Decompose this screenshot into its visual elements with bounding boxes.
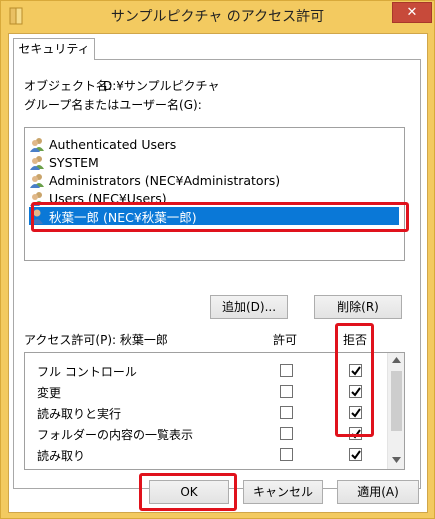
object-name-value: D:¥サンプルピクチャ <box>103 79 220 93</box>
user-icon <box>31 209 43 224</box>
perm-row-full-control: フル コントロール <box>25 360 387 381</box>
checkmark-icon <box>351 429 361 439</box>
permission-name: フル コントロール <box>37 365 137 379</box>
users-group-icon <box>30 138 44 152</box>
permission-name: 読み取りと実行 <box>37 407 122 421</box>
group-name: SYSTEM <box>49 154 99 170</box>
list-item-selected-user[interactable]: 秋葉一郎 (NEC¥秋葉一郎) <box>29 207 399 225</box>
perm-row-list-folder: フォルダーの内容の一覧表示 <box>25 423 387 444</box>
close-button[interactable]: ✕ <box>392 2 432 23</box>
groups-listbox[interactable]: Authenticated Users SYSTEM Administrator… <box>24 127 405 261</box>
list-item-authenticated-users[interactable]: Authenticated Users <box>29 135 399 153</box>
perm-row-read: 読み取り <box>25 444 387 465</box>
checkmark-icon <box>351 450 361 460</box>
permissions-scrollbar[interactable] <box>387 353 404 469</box>
scroll-up-icon[interactable] <box>392 357 401 363</box>
list-item-administrators[interactable]: Administrators (NEC¥Administrators) <box>29 171 399 189</box>
deny-checkbox[interactable] <box>349 427 362 440</box>
scroll-down-icon[interactable] <box>392 457 401 463</box>
users-group-icon <box>30 156 44 170</box>
deny-checkbox[interactable] <box>349 406 362 419</box>
group-name: 秋葉一郎 (NEC¥秋葉一郎) <box>49 209 197 225</box>
deny-checkbox[interactable] <box>349 364 362 377</box>
allow-checkbox[interactable] <box>280 364 293 377</box>
security-tab-panel: オブジェクト名: D:¥サンプルピクチャ グループ名またはユーザー名(G): A… <box>13 59 421 489</box>
permissions-label: アクセス許可(P): 秋葉一郎 <box>24 333 168 347</box>
users-group-icon <box>30 192 44 206</box>
list-item-users[interactable]: Users (NEC¥Users) <box>29 189 399 207</box>
object-name-label: オブジェクト名: <box>24 79 113 93</box>
apply-button[interactable]: 適用(A) <box>337 480 419 504</box>
allow-checkbox[interactable] <box>280 385 293 398</box>
checkmark-icon <box>351 387 361 397</box>
ok-button[interactable]: OK <box>149 480 229 504</box>
permissions-list: フル コントロール 変更 読み取りと実行 フォルダーの内容の一覧表示 読み取り <box>24 352 405 470</box>
remove-button[interactable]: 削除(R) <box>314 295 402 319</box>
perm-row-read-execute: 読み取りと実行 <box>25 402 387 423</box>
title-bar[interactable]: サンプルピクチャ のアクセス許可 ✕ <box>1 1 434 33</box>
deny-column-header: 拒否 <box>343 333 368 347</box>
close-icon: ✕ <box>406 5 418 20</box>
group-name: Administrators (NEC¥Administrators) <box>49 172 281 188</box>
cancel-button[interactable]: キャンセル <box>243 480 323 504</box>
allow-checkbox[interactable] <box>280 448 293 461</box>
dialog-client-area: セキュリティ オブジェクト名: D:¥サンプルピクチャ グループ名またはユーザー… <box>8 33 428 513</box>
perm-row-modify: 変更 <box>25 381 387 402</box>
group-name: Authenticated Users <box>49 136 177 152</box>
checkmark-icon <box>351 366 361 376</box>
add-button[interactable]: 追加(D)... <box>210 295 288 319</box>
allow-column-header: 許可 <box>273 333 298 347</box>
checkmark-icon <box>351 408 361 418</box>
permission-name: フォルダーの内容の一覧表示 <box>37 428 194 442</box>
list-item-system[interactable]: SYSTEM <box>29 153 399 171</box>
allow-checkbox[interactable] <box>280 406 293 419</box>
permissions-dialog: サンプルピクチャ のアクセス許可 ✕ セキュリティ オブジェクト名: D:¥サン… <box>0 0 435 519</box>
deny-checkbox[interactable] <box>349 385 362 398</box>
permission-name: 読み取り <box>37 449 86 463</box>
users-group-icon <box>30 174 44 188</box>
allow-checkbox[interactable] <box>280 427 293 440</box>
tab-security[interactable]: セキュリティ <box>13 38 95 60</box>
window-title: サンプルピクチャ のアクセス許可 <box>110 9 325 25</box>
permission-name: 変更 <box>37 386 62 400</box>
deny-checkbox[interactable] <box>349 448 362 461</box>
group-name: Users (NEC¥Users) <box>49 190 167 206</box>
groups-label: グループ名またはユーザー名(G): <box>24 98 202 112</box>
scrollbar-thumb[interactable] <box>391 371 402 431</box>
